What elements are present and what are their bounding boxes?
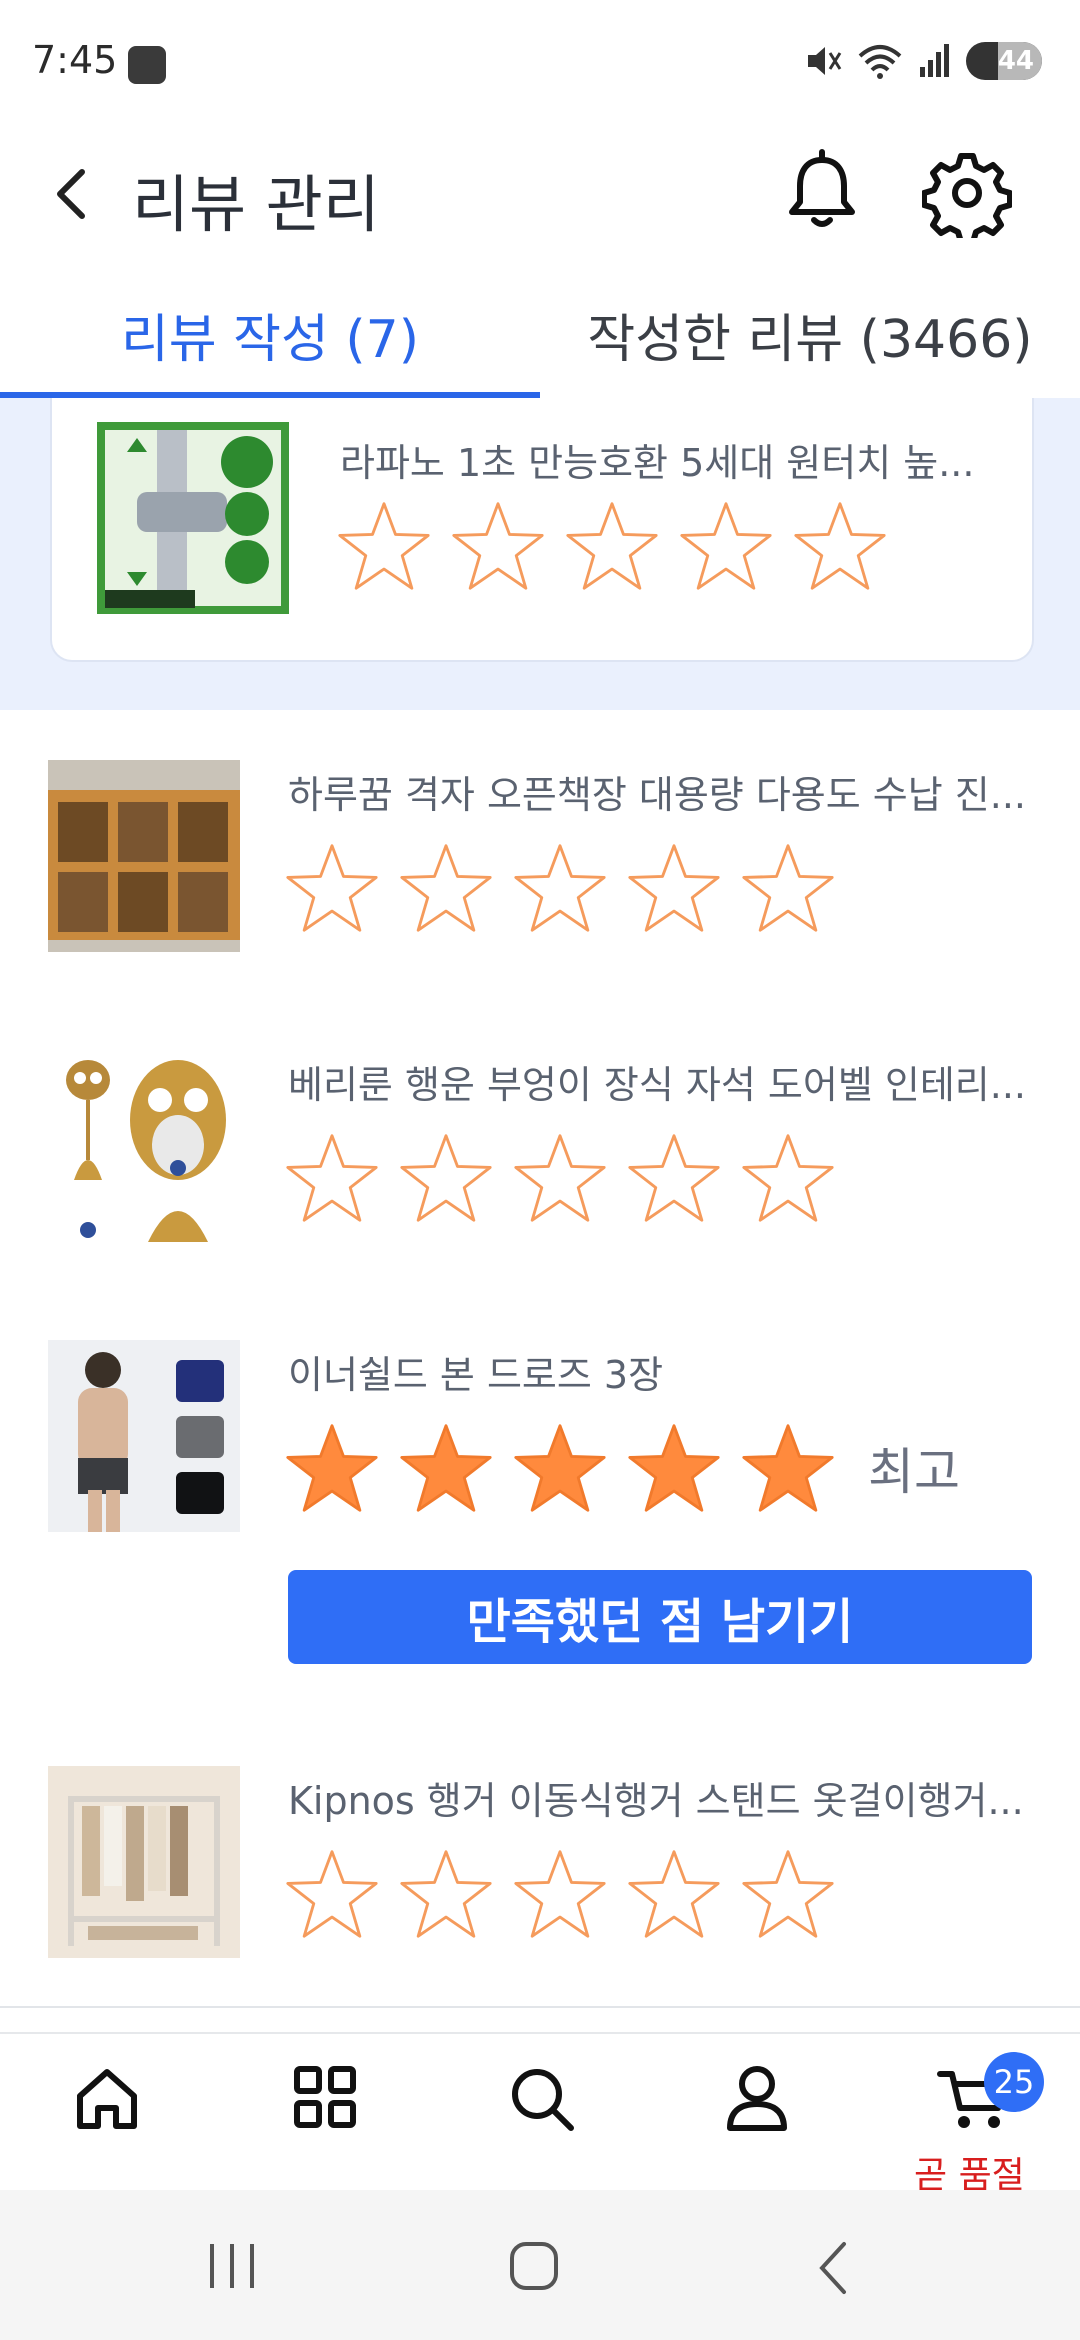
list-item[interactable]: 하루꿈 격자 오픈책장 대용량 다용도 수납 진...: [0, 710, 1080, 1002]
rating-stars: [284, 1846, 836, 1942]
star-1-button[interactable]: [336, 498, 432, 594]
recent-apps-icon[interactable]: [200, 2240, 264, 2292]
app-header: 리뷰 관리: [0, 130, 1080, 260]
status-time: 7:45: [32, 38, 118, 82]
star-1-button[interactable]: [284, 1130, 380, 1226]
star-1-button[interactable]: [284, 840, 380, 936]
nav-category-button[interactable]: [270, 2064, 380, 2174]
system-navigation-bar: [0, 2190, 1080, 2340]
settings-button[interactable]: [921, 148, 1013, 245]
star-5-button[interactable]: [740, 1420, 836, 1516]
home-nav-icon[interactable]: [506, 2238, 562, 2294]
chevron-left-icon: [57, 169, 85, 219]
rating-label: 최고: [868, 1443, 960, 1501]
gear-icon: [921, 153, 1013, 245]
notifications-button[interactable]: [782, 148, 862, 234]
cart-count-badge: 25: [984, 2052, 1044, 2112]
page-title: 리뷰 관리: [132, 168, 380, 241]
write-satisfaction-button[interactable]: 만족했던 점 남기기: [288, 1570, 1032, 1664]
rating-stars: [284, 840, 836, 936]
back-button[interactable]: [40, 152, 100, 232]
rating-stars: [336, 498, 888, 594]
star-1-button[interactable]: [284, 1846, 380, 1942]
star-4-button[interactable]: [678, 498, 774, 594]
list-item[interactable]: 베리룬 행운 부엉이 장식 자석 도어벨 인테리...: [0, 1000, 1080, 1292]
status-bar: 7:45 44: [0, 0, 1080, 130]
tab-write-review[interactable]: 리뷰 작성 (7): [0, 270, 540, 398]
grid-icon: [294, 2066, 356, 2128]
search-icon: [512, 2069, 574, 2131]
person-icon: [727, 2066, 787, 2131]
star-3-button[interactable]: [564, 498, 660, 594]
star-3-button[interactable]: [512, 1130, 608, 1226]
review-tabs: 리뷰 작성 (7) 작성한 리뷰 (3466): [0, 270, 1080, 400]
star-5-button[interactable]: [740, 840, 836, 936]
app-notification-icon: [128, 46, 166, 84]
star-1-button[interactable]: [284, 1420, 380, 1516]
product-title[interactable]: 라파노 1초 만능호환 5세대 원터치 높...: [340, 432, 974, 487]
mute-icon: [808, 47, 842, 75]
battery-icon: 44: [966, 42, 1042, 80]
star-5-button[interactable]: [740, 1130, 836, 1226]
rating-stars: [284, 1130, 836, 1226]
list-item[interactable]: Kipnos 행거 이동식행거 스탠드 옷걸이행거...: [0, 1714, 1080, 2008]
product-image-owl-doorbell[interactable]: [48, 1050, 240, 1242]
star-4-button[interactable]: [626, 1420, 722, 1516]
battery-level: 44: [997, 46, 1034, 76]
rating-stars: 최고: [284, 1420, 960, 1516]
product-title[interactable]: 하루꿈 격자 오픈책장 대용량 다용도 수납 진...: [288, 764, 1026, 819]
star-3-button[interactable]: [512, 1846, 608, 1942]
star-5-button[interactable]: [740, 1846, 836, 1942]
bell-icon: [789, 149, 855, 227]
product-title[interactable]: 베리룬 행운 부엉이 장식 자석 도어벨 인테리...: [288, 1054, 1026, 1109]
star-4-button[interactable]: [626, 1130, 722, 1226]
list-item[interactable]: 이너쉴드 본 드로즈 3장 최고 만족했던 점 남기기: [0, 1290, 1080, 1716]
star-2-button[interactable]: [398, 1846, 494, 1942]
nav-home-button[interactable]: [52, 2064, 162, 2174]
star-3-button[interactable]: [512, 840, 608, 936]
product-title[interactable]: 이너쉴드 본 드로즈 3장: [288, 1344, 663, 1399]
star-4-button[interactable]: [626, 840, 722, 936]
highlighted-item-area: 라파노 1초 만능호환 5세대 원터치 높...: [0, 398, 1080, 710]
star-4-button[interactable]: [626, 1846, 722, 1942]
list-item[interactable]: 라파노 1초 만능호환 5세대 원터치 높...: [50, 398, 1034, 662]
tab-written-reviews[interactable]: 작성한 리뷰 (3466): [540, 270, 1080, 398]
product-image-clothes-rack[interactable]: [48, 1766, 240, 1958]
bottom-navigation: 25 곧 품절: [0, 2032, 1080, 2196]
product-title[interactable]: Kipnos 행거 이동식행거 스탠드 옷걸이행거...: [288, 1770, 1024, 1825]
nav-my-page-button[interactable]: [702, 2064, 812, 2174]
star-2-button[interactable]: [398, 1130, 494, 1226]
star-2-button[interactable]: [450, 498, 546, 594]
nav-search-button[interactable]: [487, 2064, 597, 2174]
star-5-button[interactable]: [792, 498, 888, 594]
status-icons: 44: [804, 42, 1042, 80]
product-image-shower-holder[interactable]: [97, 422, 289, 614]
product-image-bookshelf[interactable]: [48, 760, 240, 952]
home-icon: [77, 2069, 137, 2129]
star-2-button[interactable]: [398, 840, 494, 936]
star-2-button[interactable]: [398, 1420, 494, 1516]
star-3-button[interactable]: [512, 1420, 608, 1516]
back-nav-icon[interactable]: [810, 2238, 854, 2298]
product-image-underwear[interactable]: [48, 1340, 240, 1532]
wifi-icon: [858, 45, 902, 79]
signal-icon: [920, 44, 949, 77]
